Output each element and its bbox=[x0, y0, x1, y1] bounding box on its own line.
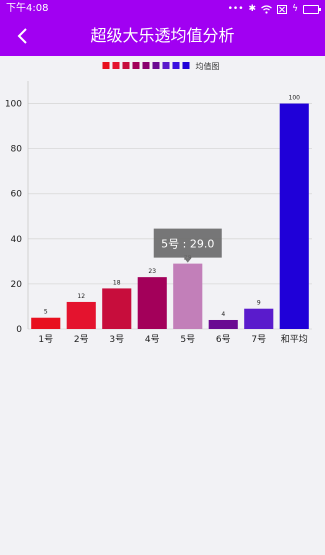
bar-value-labels: 51218232949100 bbox=[44, 95, 300, 318]
status-time: 下午4:08 bbox=[6, 3, 49, 14]
x-tick-label: 和平均 bbox=[281, 333, 308, 345]
x-tick-label: 7号 bbox=[251, 334, 266, 345]
tooltip-text: 5号 : 29.0 bbox=[161, 238, 214, 251]
bar-5号 bbox=[173, 263, 203, 329]
bar-7号 bbox=[244, 308, 274, 329]
back-arrow-icon[interactable] bbox=[12, 25, 34, 47]
chart-tooltip: 5号 : 29.0 bbox=[153, 228, 222, 263]
page-title: 超级大乐透均值分析 bbox=[90, 26, 235, 45]
bar-和平均 bbox=[279, 103, 309, 329]
y-tick-label: 100 bbox=[5, 100, 22, 110]
x-tick-label: 6号 bbox=[216, 334, 231, 345]
legend-label: 均值图 bbox=[196, 61, 220, 71]
x-tick-label: 4号 bbox=[145, 334, 160, 345]
chart-grid bbox=[27, 81, 312, 330]
bar-value-label: 12 bbox=[77, 293, 85, 300]
bar-value-label: 4 bbox=[221, 311, 225, 318]
legend-swatch bbox=[152, 62, 160, 69]
legend-swatch bbox=[122, 62, 130, 69]
bar-value-label: 9 bbox=[257, 300, 261, 307]
bar-value-label: 100 bbox=[289, 95, 301, 102]
bar-1号 bbox=[31, 317, 61, 329]
legend-swatch bbox=[132, 62, 140, 69]
y-axis-ticks: 0 20 40 60 80 100 bbox=[5, 100, 22, 335]
y-tick-label: 40 bbox=[11, 235, 23, 245]
status-bar: 下午4:08 ••• ✱ ϟ bbox=[0, 0, 325, 18]
x-tick-label: 3号 bbox=[109, 334, 124, 345]
bar-2号 bbox=[66, 301, 96, 329]
x-tick-label: 1号 bbox=[38, 334, 53, 345]
bar-value-label: 5 bbox=[44, 309, 48, 316]
y-tick-label: 0 bbox=[16, 325, 22, 335]
app-header: 下午4:08 ••• ✱ ϟ 超级大乐透均值分析 bbox=[0, 0, 325, 56]
legend-swatch bbox=[102, 62, 110, 69]
status-icons: ••• ✱ ϟ bbox=[227, 0, 321, 18]
legend-swatch bbox=[142, 62, 150, 69]
bar-3号 bbox=[102, 288, 132, 329]
chart-bars bbox=[31, 103, 309, 329]
y-tick-label: 20 bbox=[11, 280, 23, 290]
chart-legend: 均值图 bbox=[102, 61, 220, 71]
bar-4号 bbox=[137, 277, 167, 329]
close-box-icon bbox=[277, 4, 288, 14]
legend-swatch bbox=[172, 62, 180, 69]
x-axis-ticks: 1号 2号 3号 4号 5号 6号 7号 和平均 bbox=[38, 333, 307, 345]
y-tick-label: 60 bbox=[11, 190, 23, 200]
bar-value-label: 23 bbox=[148, 268, 156, 275]
x-tick-label: 5号 bbox=[180, 334, 195, 345]
bluetooth-icon: ✱ bbox=[248, 4, 257, 14]
y-tick-label: 80 bbox=[11, 145, 23, 155]
legend-swatch bbox=[162, 62, 170, 69]
charging-icon: ϟ bbox=[292, 4, 298, 14]
legend-swatch bbox=[182, 62, 190, 69]
bar-6号 bbox=[208, 319, 238, 329]
bar-chart[interactable]: 均值图 020406080100 51218232949100 1号2号3号4号… bbox=[0, 56, 325, 551]
x-tick-label: 2号 bbox=[74, 334, 89, 345]
legend-swatch bbox=[112, 62, 120, 69]
wifi-icon bbox=[261, 4, 272, 14]
battery-icon bbox=[303, 4, 321, 14]
chart-area: 均值图 020406080100 51218232949100 1号2号3号4号… bbox=[0, 56, 325, 551]
bar-value-label: 18 bbox=[113, 279, 121, 286]
dots-icon: ••• bbox=[227, 4, 244, 14]
